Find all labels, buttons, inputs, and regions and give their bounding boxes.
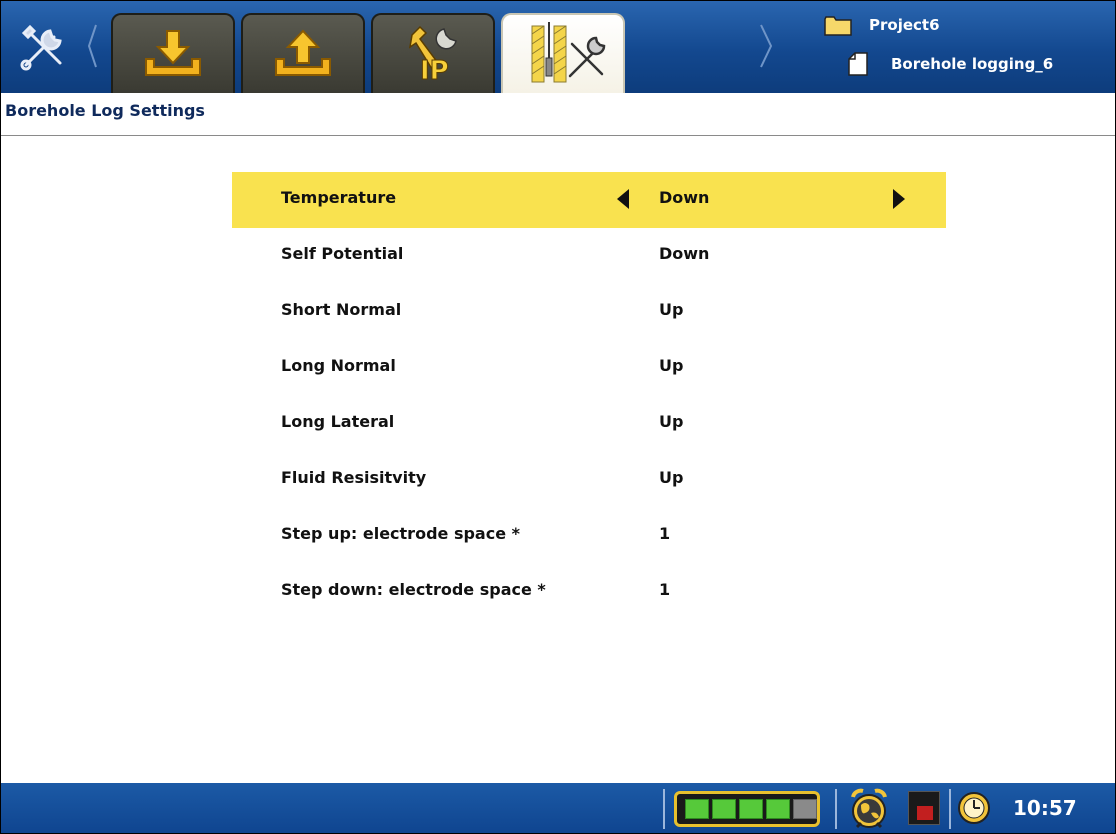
tools-icon[interactable] (9, 11, 79, 83)
battery-indicator (674, 791, 820, 827)
setting-value: Up (659, 300, 684, 319)
setting-value: Up (659, 412, 684, 431)
setting-label: Self Potential (281, 244, 404, 263)
document-icon (848, 52, 868, 76)
record-indicator[interactable] (908, 791, 940, 825)
setting-label: Step down: electrode space * (281, 580, 546, 599)
setting-value: 1 (659, 580, 671, 599)
ip-settings-icon: IP (408, 25, 457, 85)
tab-upload[interactable] (241, 13, 365, 93)
upload-icon (275, 29, 331, 76)
setting-row-temperature[interactable]: Temperature Down (232, 172, 946, 228)
project-file-name: Borehole logging_6 (891, 55, 1054, 73)
tab-download[interactable] (111, 13, 235, 93)
battery-cell-empty (793, 799, 817, 819)
project-name: Project6 (869, 16, 940, 34)
page-header: Borehole Log Settings (1, 93, 1115, 136)
status-divider (949, 789, 951, 829)
app-window: IP Project6 Borehole logging_6 Borehole … (0, 0, 1116, 834)
svg-text:IP: IP (420, 56, 449, 85)
clock-icon[interactable] (957, 791, 991, 825)
setting-label: Fluid Resisitvity (281, 468, 427, 487)
battery-cell (739, 799, 763, 819)
setting-value: Up (659, 468, 684, 487)
project-name-row[interactable]: Project6 (823, 13, 940, 37)
setting-row-fluid-resistivity[interactable]: Fluid Resisitvity Up (232, 452, 946, 508)
tab-borehole-tools[interactable] (501, 13, 625, 93)
borehole-tools-icon (531, 22, 606, 83)
download-icon (145, 30, 201, 76)
setting-value: Down (659, 188, 710, 207)
setting-value: 1 (659, 524, 671, 543)
setting-row-short-normal[interactable]: Short Normal Up (232, 284, 946, 340)
battery-cell (712, 799, 736, 819)
folder-icon (824, 16, 852, 36)
setting-value: Up (659, 356, 684, 375)
setting-value: Down (659, 244, 710, 263)
tab-scroll-left-icon[interactable] (87, 23, 97, 69)
setting-row-self-potential[interactable]: Self Potential Down (232, 228, 946, 284)
status-divider (663, 789, 665, 829)
settings-list: Temperature Down Self Potential Down Sho… (232, 172, 946, 620)
battery-cell (766, 799, 790, 819)
setting-label: Short Normal (281, 300, 402, 319)
setting-row-step-up[interactable]: Step up: electrode space * 1 (232, 508, 946, 564)
tab-ip-settings[interactable]: IP (371, 13, 495, 93)
clock-time: 10:57 (1013, 796, 1077, 820)
setting-label: Long Lateral (281, 412, 395, 431)
status-bar: 10:57 (1, 783, 1115, 833)
value-next-icon[interactable] (892, 188, 906, 210)
setting-row-long-normal[interactable]: Long Normal Up (232, 340, 946, 396)
project-file-row[interactable]: Borehole logging_6 (847, 51, 1053, 77)
battery-cell (685, 799, 709, 819)
setting-label: Long Normal (281, 356, 396, 375)
setting-label: Temperature (281, 188, 397, 207)
setting-row-step-down[interactable]: Step down: electrode space * 1 (232, 564, 946, 620)
setting-label: Step up: electrode space * (281, 524, 520, 543)
setting-row-long-lateral[interactable]: Long Lateral Up (232, 396, 946, 452)
alarm-clock-globe-icon[interactable] (847, 787, 891, 831)
value-prev-icon[interactable] (616, 188, 630, 210)
status-divider (835, 789, 837, 829)
top-toolbar: IP Project6 Borehole logging_6 (1, 1, 1115, 93)
page-title: Borehole Log Settings (5, 101, 205, 120)
tab-scroll-right-icon[interactable] (759, 23, 775, 69)
